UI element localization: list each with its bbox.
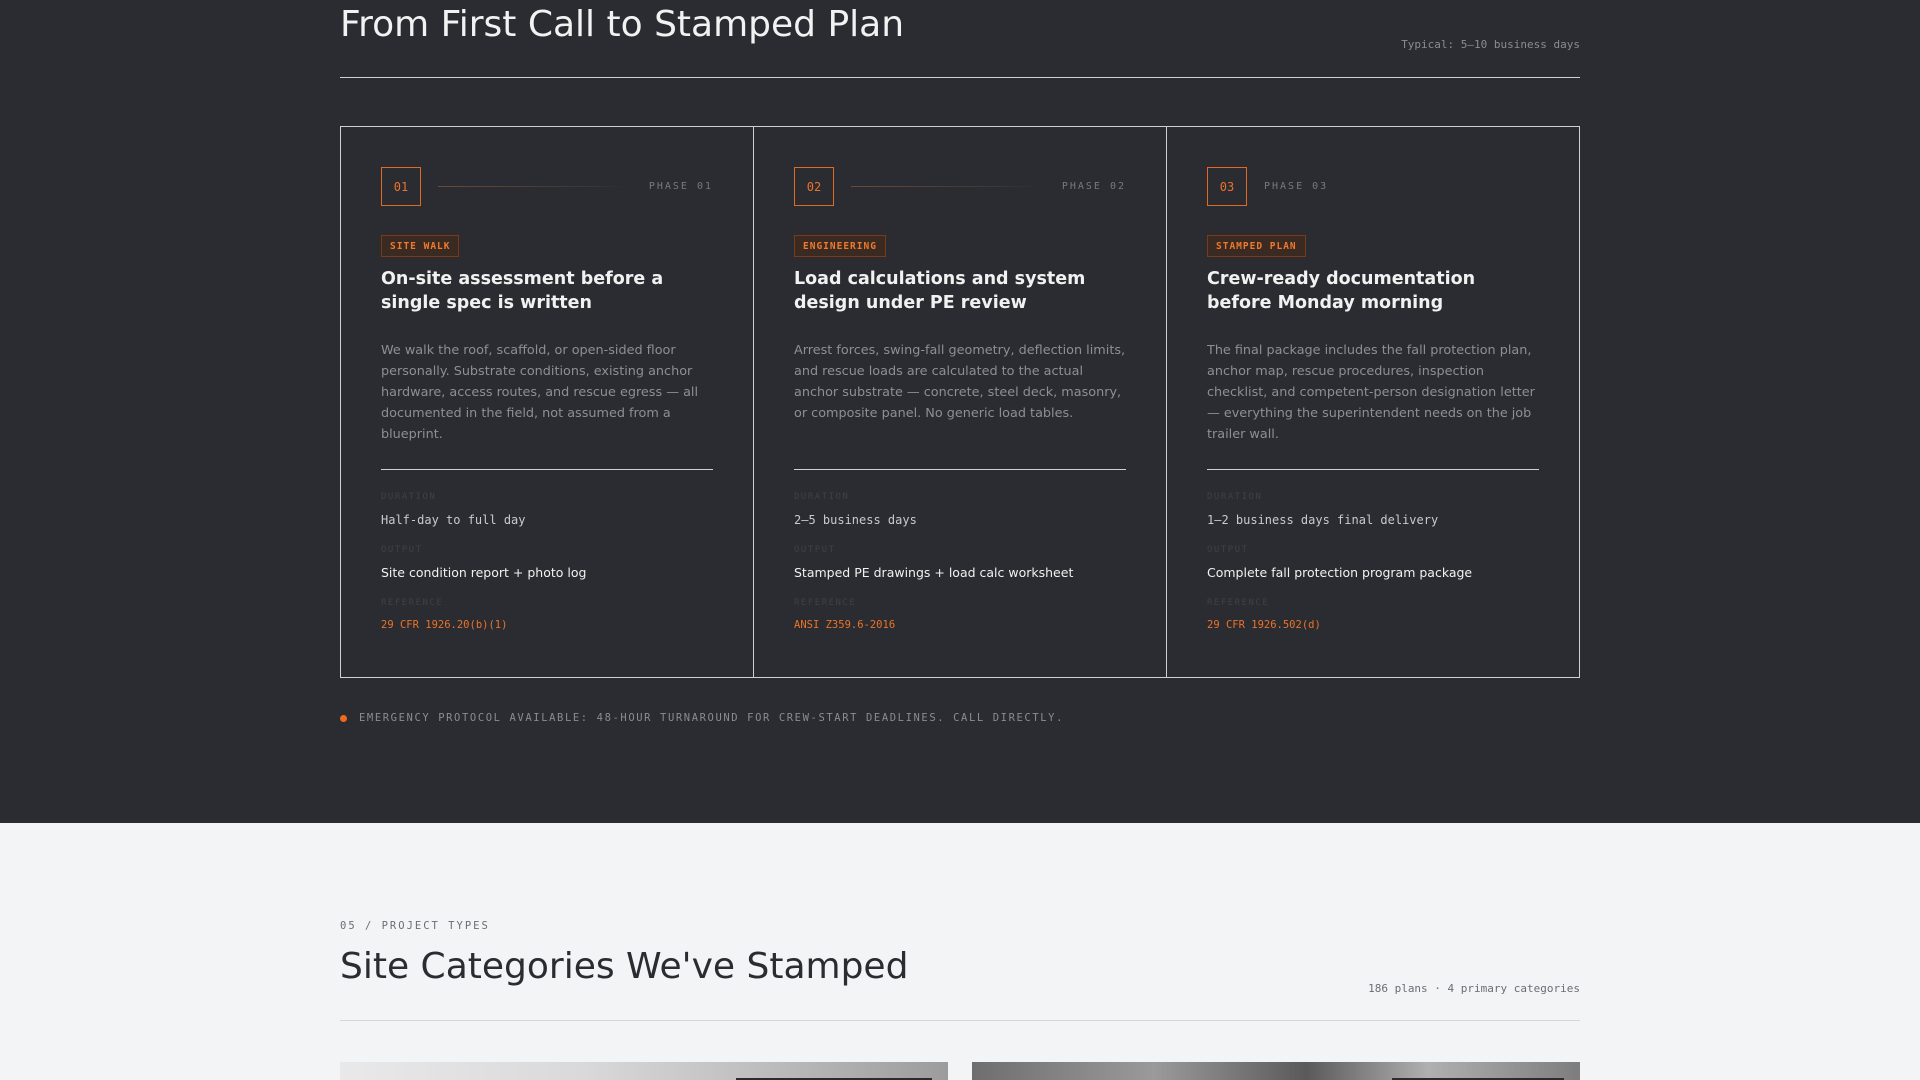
phase-divider bbox=[794, 469, 1126, 470]
duration-value: 2–5 business days bbox=[794, 513, 917, 527]
duration-value: Half-day to full day bbox=[381, 513, 526, 527]
category-card-image[interactable] bbox=[340, 1062, 948, 1080]
reference-value: ANSI Z359.6-2016 bbox=[794, 619, 896, 631]
phase-title: Load calculations and system design unde… bbox=[794, 269, 1086, 313]
emergency-notice-text: EMERGENCY PROTOCOL AVAILABLE: 48-HOUR TU… bbox=[359, 712, 1065, 724]
reference-value: 29 CFR 1926.20(b)(1) bbox=[381, 619, 508, 631]
reference-label: REFERENCE bbox=[1207, 598, 1270, 608]
output-label: OUTPUT bbox=[794, 545, 836, 555]
output-value: Complete fall protection program package bbox=[1207, 565, 1473, 580]
phase-label: PHASE 01 bbox=[648, 181, 713, 192]
output-label: OUTPUT bbox=[381, 545, 423, 555]
phase-description: Arrest forces, swing-fall geometry, defl… bbox=[794, 343, 1126, 421]
phase-grid: 01 PHASE 01 SITE WALK On-site assessment… bbox=[340, 126, 1580, 678]
phase-tag: ENGINEERING bbox=[794, 235, 886, 257]
phase-card-1: 01 PHASE 01 SITE WALK On-site assessment… bbox=[341, 127, 754, 677]
section-meta: 186 plans · 4 primary categories bbox=[1368, 982, 1580, 995]
phase-number: 02 bbox=[794, 167, 834, 206]
reference-label: REFERENCE bbox=[794, 598, 857, 608]
duration-value: 1–2 business days final delivery bbox=[1207, 513, 1439, 527]
section-divider bbox=[340, 1020, 1580, 1021]
emergency-notice: EMERGENCY PROTOCOL AVAILABLE: 48-HOUR TU… bbox=[340, 712, 1064, 724]
phase-connector-line bbox=[851, 186, 1039, 187]
process-section: From First Call to Stamped Plan Typical:… bbox=[0, 0, 1920, 823]
phase-number: 03 bbox=[1207, 167, 1247, 206]
phase-divider bbox=[381, 469, 713, 470]
duration-label: DURATION bbox=[381, 492, 437, 502]
duration-label: DURATION bbox=[794, 492, 850, 502]
phase-tag: STAMPED PLAN bbox=[1207, 235, 1306, 257]
phase-description: The final package includes the fall prot… bbox=[1207, 343, 1535, 442]
output-value: Stamped PE drawings + load calc workshee… bbox=[794, 565, 1074, 580]
reference-label: REFERENCE bbox=[381, 598, 444, 608]
phase-label: PHASE 03 bbox=[1264, 181, 1329, 192]
phase-card-3: 03 PHASE 03 STAMPED PLAN Crew-ready docu… bbox=[1167, 127, 1579, 677]
category-card-image[interactable] bbox=[972, 1062, 1580, 1080]
categories-section bbox=[0, 823, 1920, 1080]
phase-label: PHASE 02 bbox=[1061, 181, 1126, 192]
phase-tag: SITE WALK bbox=[381, 235, 460, 257]
phase-description: We walk the roof, scaffold, or open-side… bbox=[381, 343, 699, 442]
output-label: OUTPUT bbox=[1207, 545, 1249, 555]
phase-title: Crew-ready documentation before Monday m… bbox=[1207, 269, 1476, 313]
section-divider bbox=[340, 77, 1580, 78]
phase-divider bbox=[1207, 469, 1539, 470]
phase-number: 01 bbox=[381, 167, 421, 206]
section-eyebrow: 05 / PROJECT TYPES bbox=[340, 920, 490, 932]
section-title: From First Call to Stamped Plan bbox=[340, 4, 905, 45]
status-dot-icon bbox=[340, 714, 347, 722]
phase-connector-line bbox=[438, 186, 626, 187]
duration-label: DURATION bbox=[1207, 492, 1263, 502]
section-meta: Typical: 5–10 business days bbox=[1401, 38, 1580, 51]
phase-title: On-site assessment before a single spec … bbox=[381, 269, 664, 313]
output-value: Site condition report + photo log bbox=[381, 565, 587, 580]
section-title: Site Categories We've Stamped bbox=[340, 946, 909, 987]
reference-value: 29 CFR 1926.502(d) bbox=[1207, 619, 1321, 631]
phase-card-2: 02 PHASE 02 ENGINEERING Load calculation… bbox=[754, 127, 1167, 677]
